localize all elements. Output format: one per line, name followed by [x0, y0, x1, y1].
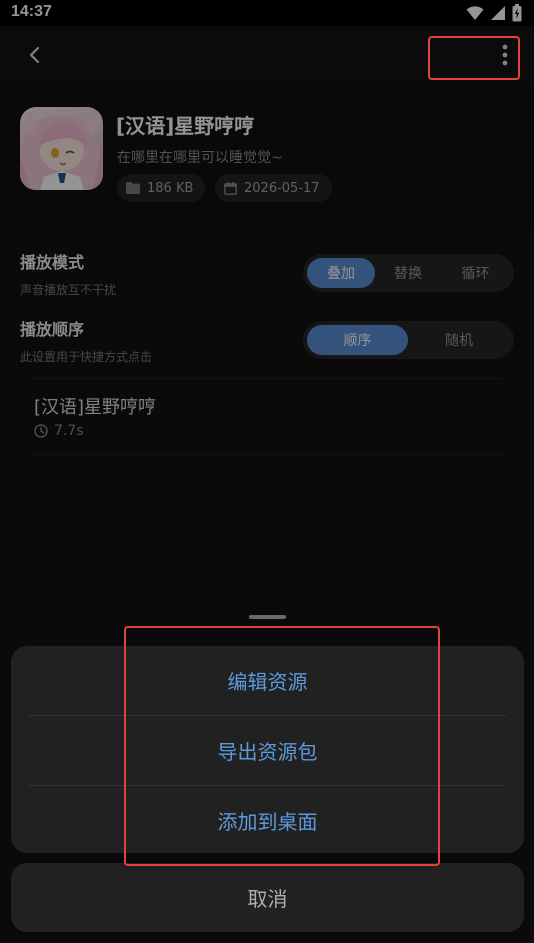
add-to-desktop-button[interactable]: 添加到桌面 — [11, 786, 524, 853]
export-package-button[interactable]: 导出资源包 — [11, 716, 524, 785]
cancel-button[interactable]: 取消 — [11, 863, 524, 932]
edit-resource-button[interactable]: 编辑资源 — [11, 646, 524, 715]
sheet-drag-handle[interactable] — [249, 615, 286, 619]
action-sheet: 编辑资源 导出资源包 添加到桌面 — [11, 646, 524, 853]
